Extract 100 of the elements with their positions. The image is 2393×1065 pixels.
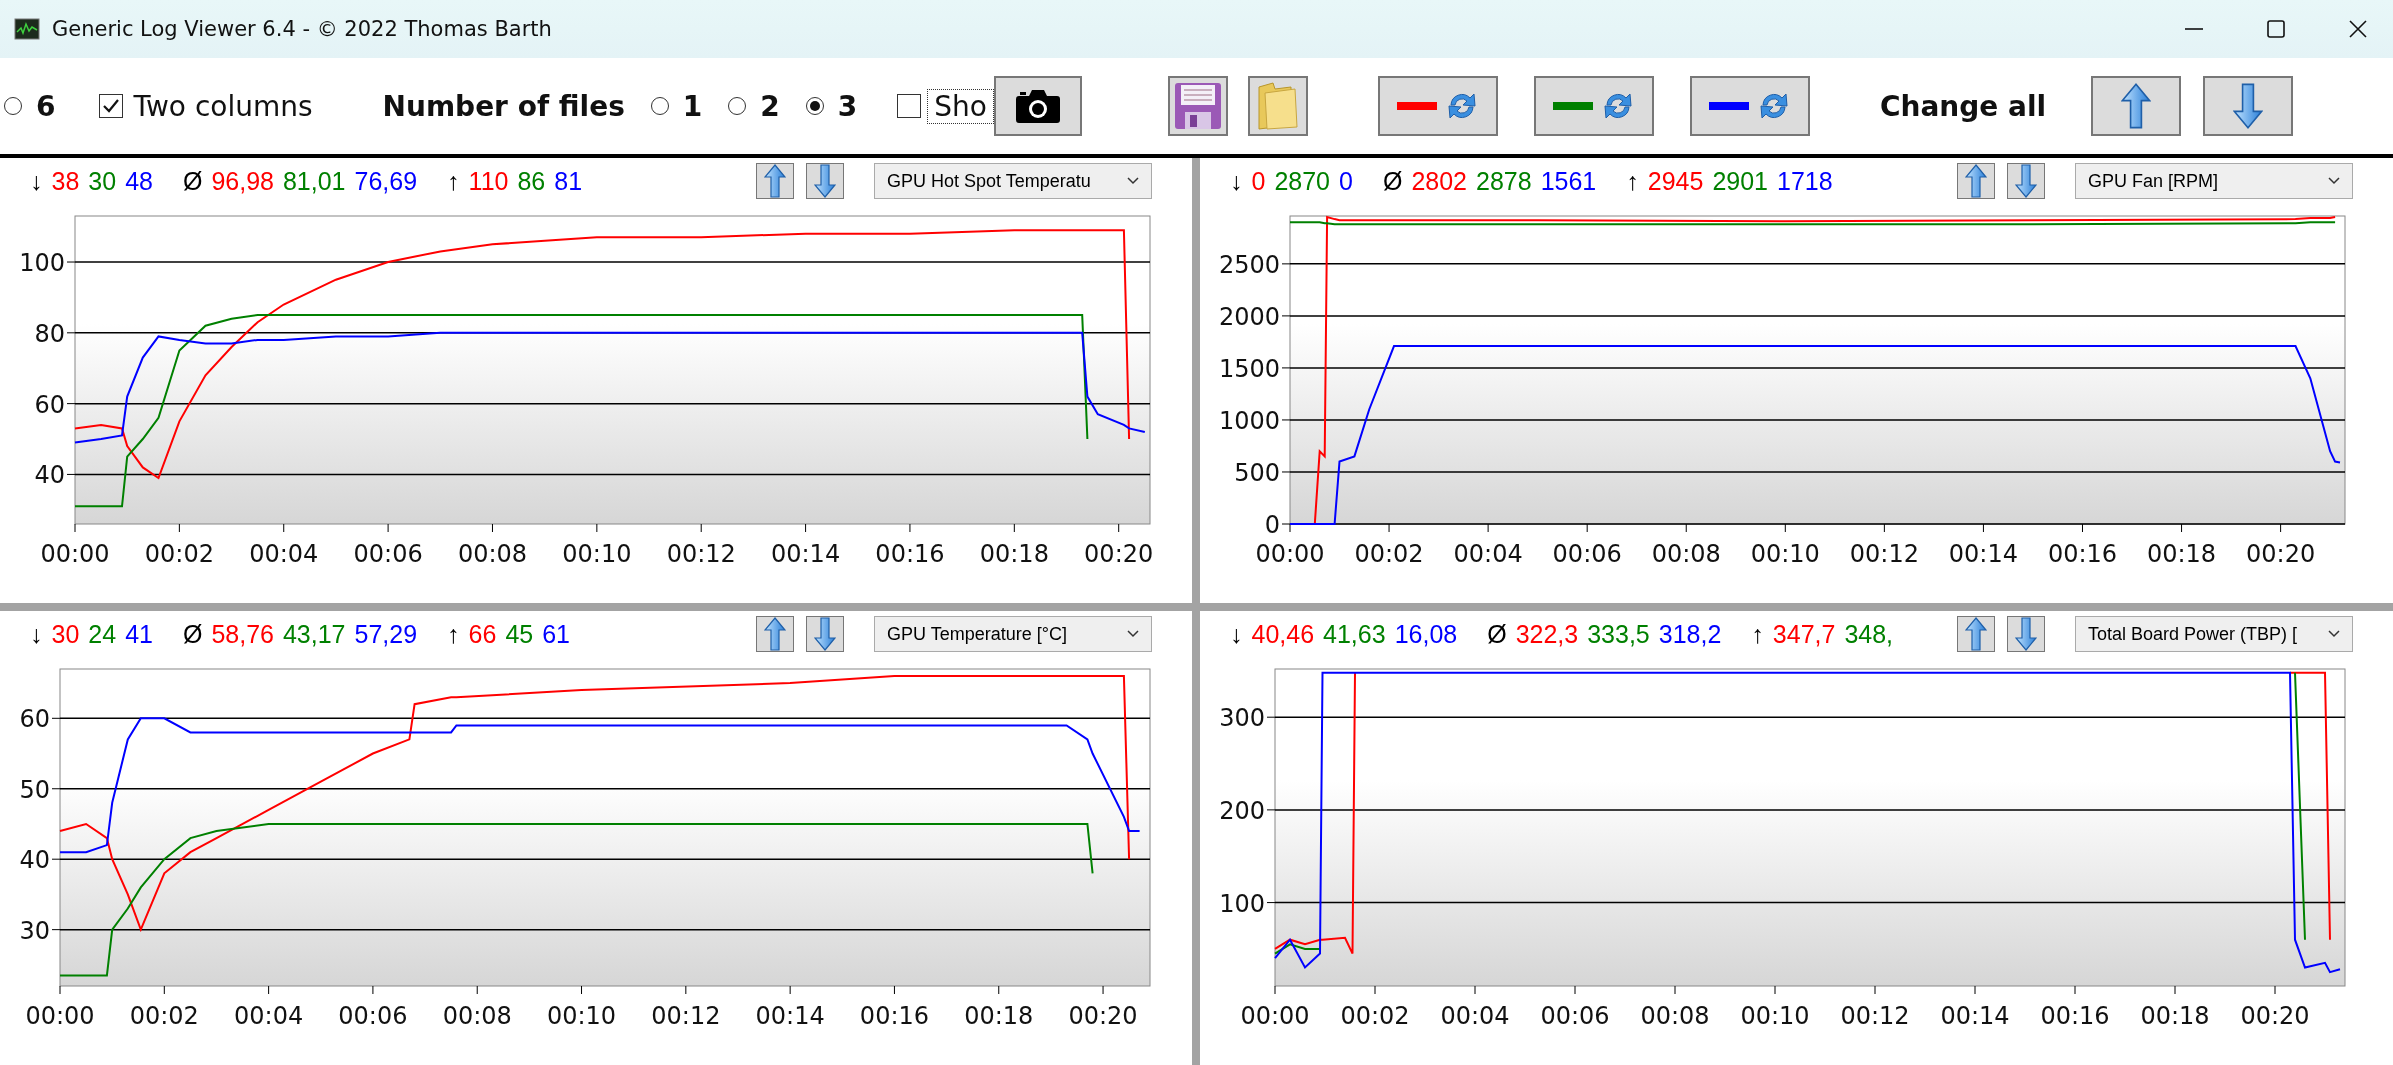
metric-dropdown[interactable]: GPU Temperature [°C] xyxy=(874,616,1152,652)
axis-label: 00:14 xyxy=(1940,1002,2010,1030)
move-down-button[interactable] xyxy=(806,163,844,199)
axis-label: 00:02 xyxy=(1354,540,1424,568)
stat-value: 2878 xyxy=(1476,166,1532,196)
color-swap-button[interactable] xyxy=(1377,76,1498,136)
save-button[interactable] xyxy=(1167,76,1228,136)
stat-symbol: Ø xyxy=(182,619,203,649)
axis-label: 00:10 xyxy=(1740,1002,1810,1030)
checkbox-label: Sho xyxy=(927,88,994,124)
stat-value: 48 xyxy=(125,166,153,196)
move-down-button[interactable] xyxy=(2007,163,2045,199)
stat-value: 96,98 xyxy=(211,166,274,196)
axis-label: 00:00 xyxy=(40,540,110,568)
stat-value: 76,69 xyxy=(354,166,418,196)
stat-value: 45 xyxy=(505,619,534,649)
metric-dropdown[interactable]: GPU Fan [RPM] xyxy=(2075,163,2353,199)
axis-label: 00:04 xyxy=(249,540,319,568)
axis-label: 1000 xyxy=(1218,406,1280,435)
stat-symbol: Ø xyxy=(182,166,203,196)
axis-label: 00:10 xyxy=(1750,540,1820,568)
axis-label: 00:06 xyxy=(1552,540,1622,568)
axis-label: 00:16 xyxy=(2047,540,2118,568)
axis-label: 00:06 xyxy=(1540,1002,1610,1030)
down-arrow-icon xyxy=(2015,164,2037,198)
axis-label: 80 xyxy=(34,319,65,348)
move-up-button[interactable] xyxy=(1957,163,1995,199)
screenshot-button[interactable] xyxy=(993,76,1082,136)
stat-symbol: ↑ xyxy=(1751,619,1764,649)
down-arrow-icon xyxy=(2233,83,2264,129)
stat-value: 0 xyxy=(1339,166,1353,196)
stat-value: 66 xyxy=(468,619,497,649)
move-down-button[interactable] xyxy=(2203,76,2294,136)
stat-value: 40,46 xyxy=(1251,619,1315,649)
axis-label: 200 xyxy=(1219,796,1265,825)
move-up-button[interactable] xyxy=(1957,616,1995,652)
layout-label: 6 xyxy=(36,89,56,123)
axis-label: 2500 xyxy=(1218,250,1280,279)
close-icon[interactable] xyxy=(2347,18,2369,40)
axis-label: 00:16 xyxy=(2040,1002,2110,1030)
checkbox[interactable] xyxy=(99,94,124,118)
metric-dropdown[interactable]: GPU Hot Spot Temperatu xyxy=(874,163,1152,199)
axis-label: 60 xyxy=(34,390,65,419)
axis-label: 00:02 xyxy=(129,1002,199,1030)
axis-label: 00:10 xyxy=(562,540,632,568)
axis-label: 00:12 xyxy=(1849,540,1919,568)
up-arrow-icon xyxy=(764,617,786,651)
up-arrow-icon xyxy=(764,164,786,198)
color-swap-button[interactable] xyxy=(1533,76,1654,136)
checkbox-label: Two columns xyxy=(133,89,313,123)
stat-value: 61 xyxy=(542,619,570,649)
radio-label: 1 xyxy=(682,89,703,123)
stat-symbol: ↑ xyxy=(447,619,460,649)
move-up-button[interactable] xyxy=(756,616,794,652)
axis-label: 1500 xyxy=(1218,354,1280,383)
axis-label: 00:08 xyxy=(442,1002,512,1030)
checkbox[interactable] xyxy=(897,94,922,118)
axis-label: 00:14 xyxy=(755,1002,825,1030)
axis-label: 40 xyxy=(19,846,50,875)
move-up-button[interactable] xyxy=(756,163,794,199)
stat-value: 41 xyxy=(125,619,153,649)
chevron-down-icon xyxy=(1127,630,1139,638)
axis-label: 00:00 xyxy=(1240,1002,1310,1030)
move-down-button[interactable] xyxy=(2007,616,2045,652)
chevron-down-icon xyxy=(2328,177,2340,185)
stat-value: 43,17 xyxy=(282,619,346,649)
axis-label: 00:08 xyxy=(1640,1002,1710,1030)
chevron-down-icon xyxy=(2328,630,2340,638)
chevron-down-icon xyxy=(1127,177,1139,185)
axis-label: 00:00 xyxy=(1255,540,1325,568)
stat-value: 1561 xyxy=(1540,166,1597,196)
stat-symbol: ↓ xyxy=(1230,166,1243,196)
stat-value: 322,3 xyxy=(1515,619,1579,649)
open-folder-button[interactable] xyxy=(1247,76,1308,136)
axis-label: 100 xyxy=(1219,889,1265,918)
move-up-button[interactable] xyxy=(2091,76,2182,136)
axis-label: 00:04 xyxy=(1440,1002,1510,1030)
stat-value: 41,63 xyxy=(1323,619,1386,649)
stat-symbol: ↓ xyxy=(30,166,43,196)
axis-label: 00:06 xyxy=(353,540,423,568)
axis-label: 00:20 xyxy=(2246,540,2316,568)
axis-label: 50 xyxy=(19,775,50,804)
metric-dropdown[interactable]: Total Board Power (TBP) [ xyxy=(2075,616,2353,652)
color-swap-button[interactable] xyxy=(1689,76,1810,136)
stat-symbol: Ø xyxy=(1382,166,1403,196)
window-title: Generic Log Viewer 6.4 - © 2022 Thomas Barth xyxy=(52,17,553,41)
stat-value: 30 xyxy=(88,166,117,196)
move-down-button[interactable] xyxy=(806,616,844,652)
axis-label: 00:12 xyxy=(666,540,736,568)
stat-symbol: ↓ xyxy=(30,619,43,649)
maximize-icon[interactable] xyxy=(2265,18,2287,40)
axis-label: 00:16 xyxy=(859,1002,930,1030)
axis-label: 00:20 xyxy=(2240,1002,2310,1030)
axis-label: 40 xyxy=(34,461,65,490)
axis-label: 00:02 xyxy=(144,540,214,568)
axis-label: 00:08 xyxy=(457,540,528,568)
stat-value: 2901 xyxy=(1712,166,1768,196)
stat-value: 57,29 xyxy=(354,619,418,649)
stat-value: 333,5 xyxy=(1587,619,1650,649)
axis-label: 00:02 xyxy=(1340,1002,1410,1030)
